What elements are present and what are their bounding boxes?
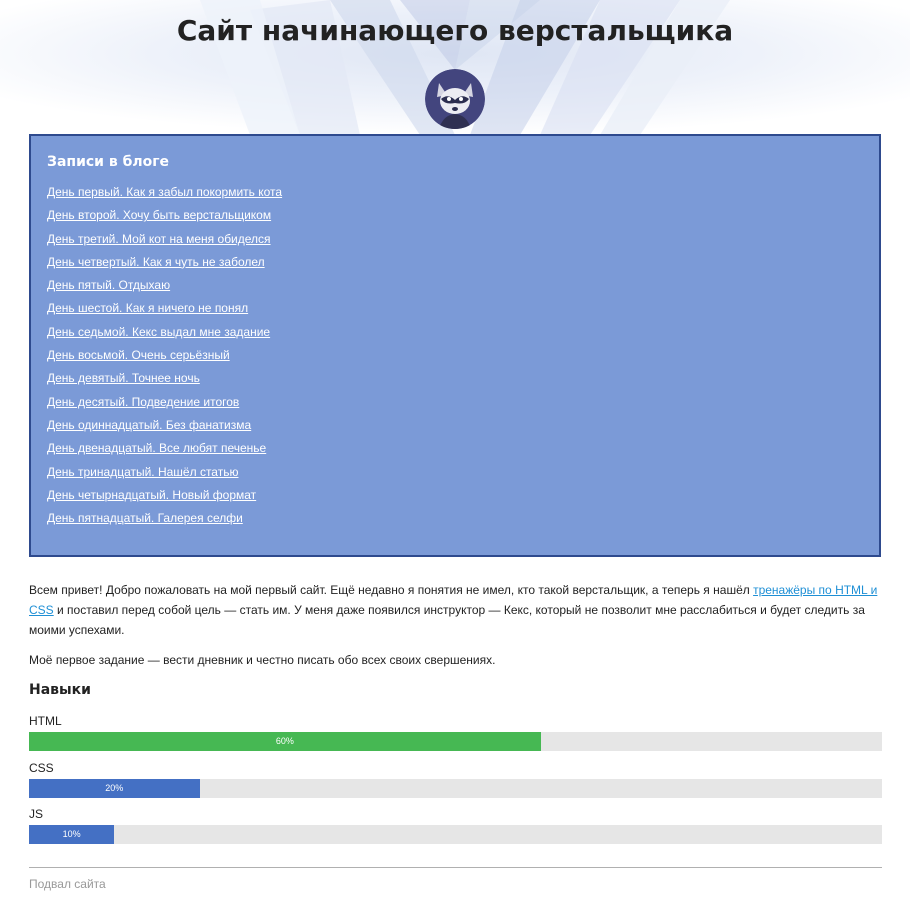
- list-item: День четвертый. Как я чуть не заболел: [47, 254, 282, 277]
- blog-post-list: День первый. Как я забыл покормить кота …: [47, 184, 282, 533]
- blog-post-link[interactable]: День пятнадцатый. Галерея селфи: [47, 511, 243, 525]
- raccoon-avatar: [425, 69, 485, 129]
- blog-post-link[interactable]: День тринадцатый. Нашёл статью: [47, 465, 238, 479]
- blog-post-link[interactable]: День четырнадцатый. Новый формат: [47, 488, 256, 502]
- skill-name-css: CSS: [29, 761, 54, 775]
- blog-post-link[interactable]: День седьмой. Кекс выдал мне задание: [47, 325, 270, 339]
- blog-post-link[interactable]: День первый. Как я забыл покормить кота: [47, 185, 282, 199]
- blog-post-link[interactable]: День восьмой. Очень серьёзный: [47, 348, 230, 362]
- blog-panel: Записи в блоге День первый. Как я забыл …: [29, 134, 881, 557]
- blog-post-link[interactable]: День четвертый. Как я чуть не заболел: [47, 255, 265, 269]
- skill-bar-js: 10%: [29, 825, 882, 844]
- page-title: Сайт начинающего верстальщика: [176, 14, 734, 47]
- footer-divider: [29, 867, 882, 868]
- list-item: День десятый. Подведение итогов: [47, 394, 282, 417]
- skill-bar-fill-js: 10%: [29, 825, 115, 844]
- blog-post-link[interactable]: День третий. Мой кот на меня обиделся: [47, 232, 271, 246]
- blog-post-link[interactable]: День шестой. Как я ничего не понял: [47, 301, 248, 315]
- page-header: Сайт начинающего верстальщика: [0, 0, 910, 135]
- list-item: День одиннадцатый. Без фанатизма: [47, 417, 282, 440]
- blog-post-link[interactable]: День десятый. Подведение итогов: [47, 395, 239, 409]
- task-paragraph: Моё первое задание — вести дневник и чес…: [29, 653, 496, 667]
- intro-text-end: и поставил перед собой цель — стать им. …: [29, 603, 865, 637]
- blog-title: Записи в блоге: [47, 154, 170, 170]
- skill-bar-css: 20%: [29, 779, 882, 798]
- skill-name-html: HTML: [29, 714, 62, 728]
- intro-text-start: Всем привет! Добро пожаловать на мой пер…: [29, 583, 754, 597]
- list-item: День тринадцатый. Нашёл статью: [47, 464, 282, 487]
- skill-bar-html: 60%: [29, 732, 882, 751]
- blog-post-link[interactable]: День второй. Хочу быть верстальщиком: [47, 208, 271, 222]
- list-item: День шестой. Как я ничего не понял: [47, 300, 282, 323]
- list-item: День пятый. Отдыхаю: [47, 277, 282, 300]
- skill-bar-fill-css: 20%: [29, 779, 200, 798]
- skill-bar-fill-html: 60%: [29, 732, 541, 751]
- list-item: День двенадцатый. Все любят печенье: [47, 440, 282, 463]
- raccoon-icon: [425, 69, 485, 129]
- blog-post-link[interactable]: День пятый. Отдыхаю: [47, 278, 170, 292]
- list-item: День первый. Как я забыл покормить кота: [47, 184, 282, 207]
- list-item: День седьмой. Кекс выдал мне задание: [47, 324, 282, 347]
- blog-post-link[interactable]: День девятый. Точнее ночь: [47, 371, 200, 385]
- blog-post-link[interactable]: День одиннадцатый. Без фанатизма: [47, 418, 251, 432]
- intro-paragraph: Всем привет! Добро пожаловать на мой пер…: [29, 580, 882, 640]
- list-item: День четырнадцатый. Новый формат: [47, 487, 282, 510]
- list-item: День восьмой. Очень серьёзный: [47, 347, 282, 370]
- skills-title: Навыки: [29, 682, 91, 698]
- list-item: День третий. Мой кот на меня обиделся: [47, 231, 282, 254]
- list-item: День девятый. Точнее ночь: [47, 370, 282, 393]
- blog-post-link[interactable]: День двенадцатый. Все любят печенье: [47, 441, 266, 455]
- skill-name-js: JS: [29, 807, 44, 821]
- page-footer: Подвал сайта: [29, 877, 106, 891]
- list-item: День второй. Хочу быть верстальщиком: [47, 207, 282, 230]
- list-item: День пятнадцатый. Галерея селфи: [47, 510, 282, 533]
